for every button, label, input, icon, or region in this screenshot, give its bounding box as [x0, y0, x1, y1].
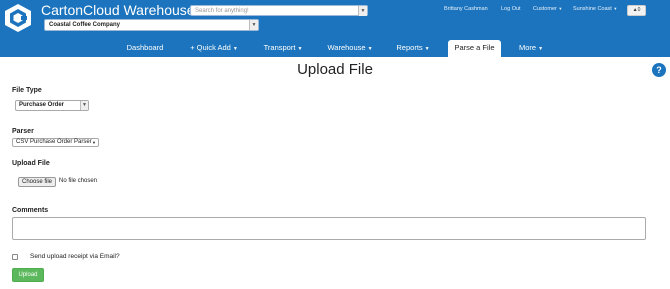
nav-label: Dashboard: [126, 43, 164, 52]
chevron-down-icon: ▼: [424, 46, 430, 52]
notifications-count: 0: [637, 7, 641, 13]
nav-parse-a-file[interactable]: Parse a File: [448, 40, 501, 57]
cartoncloud-logo-icon[interactable]: [4, 3, 32, 33]
nav-quick-add[interactable]: + Quick Add ▼: [184, 40, 244, 57]
nav-transport[interactable]: Transport ▼: [257, 40, 309, 57]
file-type-label: File Type: [12, 87, 42, 94]
upload-button[interactable]: Upload: [12, 268, 44, 282]
email-receipt-checkbox[interactable]: [12, 254, 18, 260]
file-type-value: Purchase Order: [19, 102, 65, 108]
chevron-down-icon: ▼: [358, 6, 367, 16]
comments-label: Comments: [12, 207, 49, 214]
location-menu-label: Sunshine Coast: [573, 6, 612, 12]
nav-reports[interactable]: Reports ▼: [390, 40, 436, 57]
nav-dashboard[interactable]: Dashboard: [118, 40, 172, 57]
customer-menu[interactable]: Customer ▼: [533, 6, 562, 12]
nav-label: + Quick Add: [190, 43, 231, 52]
chevron-down-icon: ▼: [558, 6, 563, 11]
help-icon[interactable]: ?: [652, 63, 666, 77]
chevron-down-icon: ▼: [613, 6, 618, 11]
chevron-down-icon: ▼: [92, 140, 96, 145]
chevron-down-icon: ▼: [232, 46, 238, 52]
search-input[interactable]: Search for anything! ▼: [190, 5, 368, 16]
app-title-text: CartonCloud Warehouse: [41, 2, 195, 18]
upload-file-label: Upload File: [12, 160, 50, 167]
parser-label: Parser: [12, 128, 34, 135]
company-select-value: Coastal Coffee Company: [49, 22, 121, 28]
chevron-down-icon: ▼: [80, 101, 88, 110]
file-status-text: No file chosen: [59, 178, 98, 184]
file-type-select[interactable]: Purchase Order ▼: [15, 100, 89, 111]
page-title: Upload File: [297, 61, 373, 78]
nav-label: More: [518, 43, 537, 52]
user-name-link[interactable]: Brittany Cashman: [444, 6, 488, 12]
chevron-down-icon: ▼: [538, 46, 544, 52]
app-title-menu[interactable]: CartonCloud Warehouse▼: [41, 2, 203, 18]
chevron-down-icon: ▼: [249, 20, 258, 30]
company-select[interactable]: Coastal Coffee Company ▼: [44, 19, 259, 31]
parser-value: CSV Purchase Order Parser: [16, 139, 92, 145]
chevron-down-icon: ▼: [367, 46, 373, 52]
top-bar: CartonCloud Warehouse▼ Coastal Coffee Co…: [0, 0, 670, 57]
nav-more[interactable]: More ▼: [512, 40, 550, 57]
nav-label: Parse a File: [454, 43, 495, 52]
nav-label: Warehouse: [327, 43, 366, 52]
comments-textarea[interactable]: [12, 217, 646, 240]
nav-label: Transport: [263, 43, 296, 52]
choose-file-button[interactable]: Choose file: [18, 177, 56, 187]
location-menu[interactable]: Sunshine Coast ▼: [573, 6, 617, 12]
logout-link[interactable]: Log Out: [501, 6, 521, 12]
nav-label: Reports: [396, 43, 423, 52]
nav-warehouse[interactable]: Warehouse ▼: [321, 40, 379, 57]
email-receipt-label[interactable]: Send upload receipt via Email?: [30, 253, 120, 260]
chevron-down-icon: ▼: [297, 46, 303, 52]
notifications-button[interactable]: ▲0: [627, 5, 646, 16]
search-placeholder: Search for anything!: [195, 8, 249, 14]
parser-select[interactable]: CSV Purchase Order Parser ▼: [12, 138, 99, 147]
customer-menu-label: Customer: [533, 6, 557, 12]
